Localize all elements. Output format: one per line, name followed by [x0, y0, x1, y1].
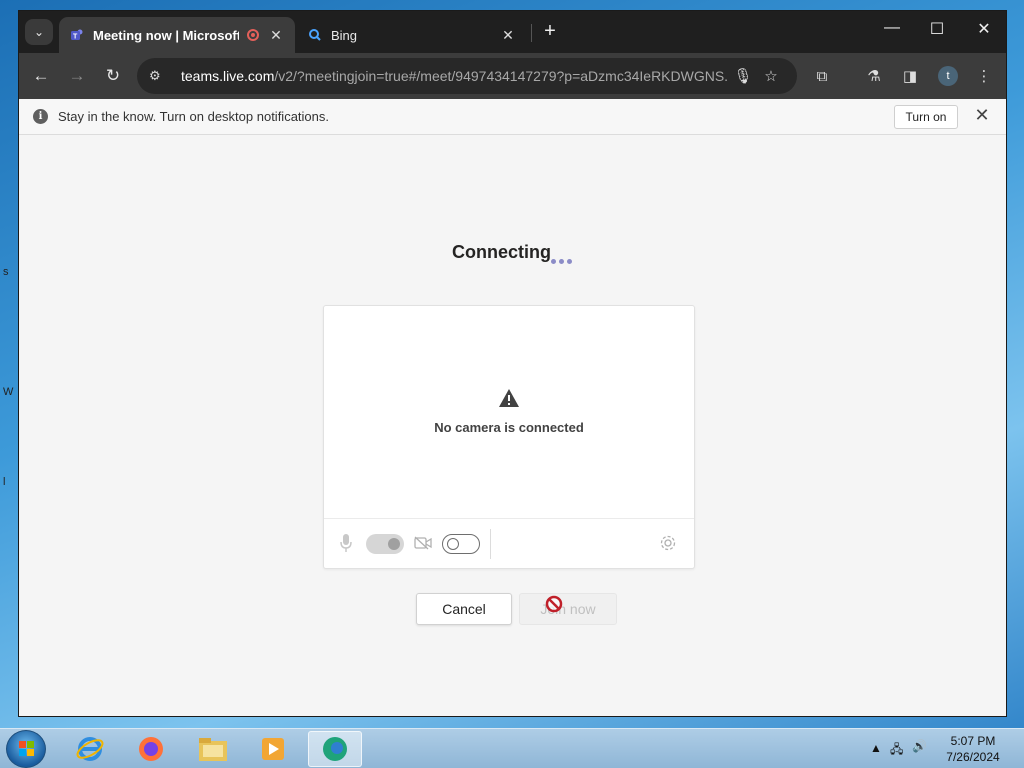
- back-button[interactable]: ←: [23, 58, 59, 94]
- cancel-button[interactable]: Cancel: [416, 593, 512, 625]
- url-text[interactable]: teams.live.com/v2/?meetingjoin=true#/mee…: [181, 68, 729, 84]
- volume-icon[interactable]: 🔊: [912, 739, 927, 753]
- file-explorer-icon[interactable]: [186, 731, 240, 767]
- reload-icon: ↻: [105, 66, 121, 85]
- extensions-icon[interactable]: ⧉: [805, 58, 839, 94]
- turn-on-button[interactable]: Turn on: [894, 105, 958, 129]
- tab-title: Meeting now | Microsoft Te: [93, 27, 239, 43]
- tab-close-icon[interactable]: ✕: [499, 27, 517, 44]
- show-hidden-icons[interactable]: ▲: [870, 741, 882, 755]
- close-window-button[interactable]: ✕: [964, 19, 1004, 39]
- search-icon: [307, 27, 323, 43]
- reload-button[interactable]: ↻: [95, 58, 131, 94]
- clock-date: 7/26/2024: [946, 750, 1000, 764]
- site-info-icon[interactable]: ⚙: [149, 68, 173, 84]
- start-button[interactable]: [6, 730, 46, 768]
- settings-gear-icon[interactable]: [659, 534, 677, 552]
- tab-search-button[interactable]: ⌄: [25, 19, 53, 45]
- video-preview-card: No camera is connected: [323, 305, 695, 569]
- profile-button[interactable]: t: [931, 58, 965, 94]
- menu-icon[interactable]: ⋮: [967, 58, 1001, 94]
- desktop-glyph: W: [3, 386, 14, 398]
- firefox-icon[interactable]: [124, 731, 178, 767]
- desktop-glyph: s: [3, 266, 9, 278]
- no-camera-message: No camera is connected: [434, 420, 584, 435]
- warning-icon: [499, 389, 519, 407]
- unavailable-cursor-icon: [545, 595, 563, 613]
- clock-time: 5:07 PM: [950, 734, 996, 748]
- chevron-down-icon: ⌄: [33, 25, 45, 39]
- internet-explorer-icon[interactable]: [63, 731, 117, 767]
- tab-title: Bing: [331, 27, 358, 43]
- windows-logo-icon: [19, 741, 34, 756]
- device-controls: [324, 518, 694, 568]
- address-bar[interactable]: ⚙ teams.live.com/v2/?meetingjoin=true#/m…: [137, 58, 797, 94]
- connecting-status: Connecting: [452, 242, 551, 262]
- microphone-icon: [340, 534, 352, 552]
- join-now-button[interactable]: Join now: [519, 593, 617, 625]
- edge-icon: [323, 737, 347, 761]
- tab-teams-meeting[interactable]: T Meeting now | Microsoft Te ✕: [59, 17, 295, 53]
- url-host: teams.live.com: [181, 68, 275, 84]
- teams-icon: T: [69, 27, 85, 43]
- arrow-left-icon: ←: [32, 66, 50, 85]
- close-icon[interactable]: ✕: [972, 105, 992, 126]
- svg-text:T: T: [73, 34, 78, 41]
- forward-button[interactable]: →: [59, 58, 95, 94]
- camera-toggle[interactable]: [442, 534, 480, 554]
- infobar-message: Stay in the know. Turn on desktop notifi…: [58, 109, 329, 124]
- labs-icon[interactable]: ⚗: [857, 58, 891, 94]
- tab-close-icon[interactable]: ✕: [267, 27, 285, 44]
- browser-toolbar: ← → ↻ ⚙ teams.live.com/v2/?meetingjoin=t…: [19, 53, 1006, 99]
- recording-icon: [247, 29, 259, 41]
- side-panel-icon[interactable]: ◨: [893, 58, 927, 94]
- teams-prejoin: Connecting No camera is connected Cancel…: [19, 135, 1006, 716]
- minimize-button[interactable]: —: [872, 19, 912, 37]
- info-icon: i: [33, 109, 48, 124]
- loading-dots: [551, 259, 572, 264]
- notification-infobar: i Stay in the know. Turn on desktop noti…: [19, 99, 1006, 135]
- media-player-icon[interactable]: [246, 731, 300, 767]
- tab-bing[interactable]: Bing ✕: [297, 17, 527, 53]
- camera-off-icon: [414, 536, 432, 550]
- tab-strip: ⌄ T Meeting now | Microsoft Te ✕ Bing ✕ …: [19, 11, 1006, 53]
- divider: [490, 529, 491, 559]
- browser-window: ⌄ T Meeting now | Microsoft Te ✕ Bing ✕ …: [18, 10, 1007, 717]
- network-icon[interactable]: 🖧: [890, 740, 903, 761]
- new-tab-button[interactable]: +: [539, 20, 561, 43]
- url-path: /v2/?meetingjoin=true#/meet/949743414727…: [274, 68, 729, 84]
- edge-app-button[interactable]: [308, 731, 362, 767]
- taskbar: ▲ 🖧 🔊 5:07 PM 7/26/2024: [0, 728, 1024, 768]
- system-clock[interactable]: 5:07 PM 7/26/2024: [928, 733, 1018, 765]
- star-icon[interactable]: ☆: [757, 67, 785, 85]
- tab-separator: [531, 24, 532, 42]
- microphone-toggle[interactable]: [366, 534, 404, 554]
- desktop-glyph: l: [3, 476, 6, 488]
- maximize-button[interactable]: ☐: [917, 19, 957, 39]
- microphone-icon[interactable]: 🎙: [729, 67, 757, 85]
- avatar: t: [938, 66, 958, 86]
- arrow-right-icon: →: [68, 66, 86, 85]
